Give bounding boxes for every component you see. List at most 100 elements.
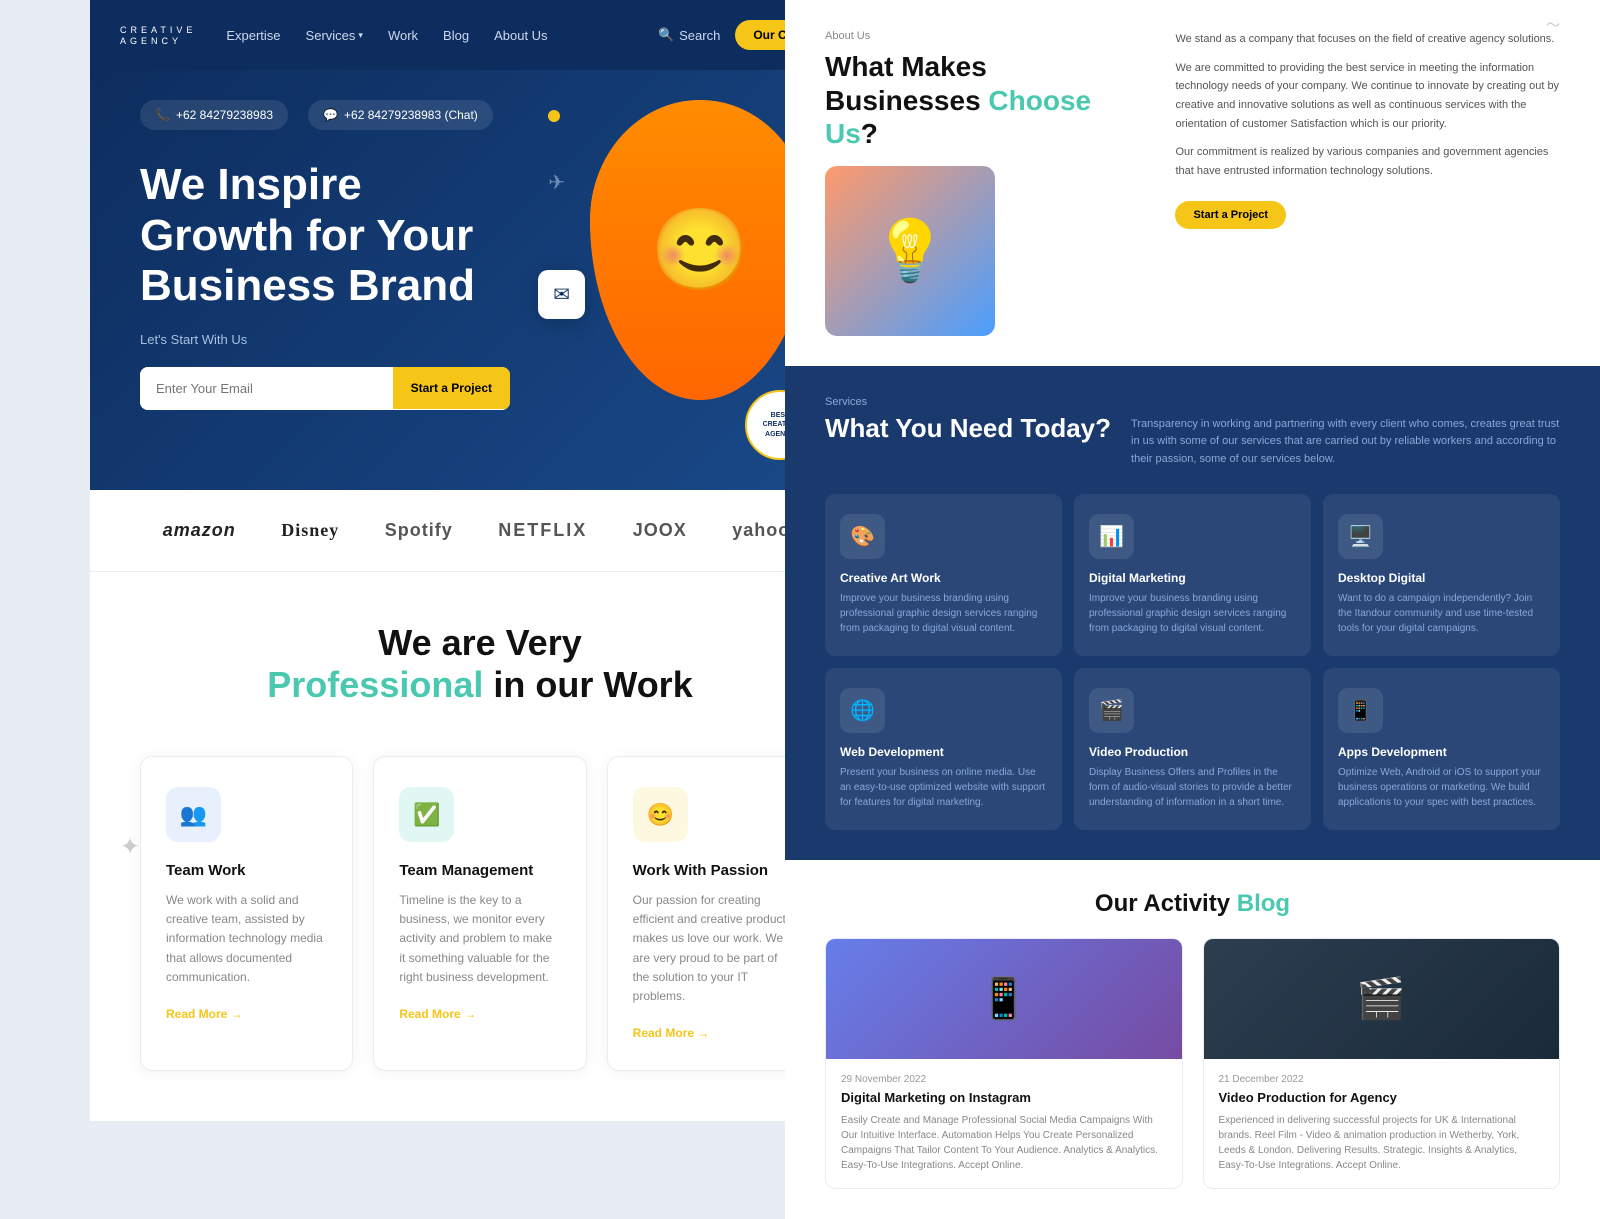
brands-section: amazon Disney Spotify NETFLIX JOOX yahoo… xyxy=(90,490,870,571)
about-cta-button[interactable]: Start a Project xyxy=(1175,201,1286,229)
hero-dot xyxy=(548,110,560,122)
apps-icon: 📱 xyxy=(1338,688,1383,733)
art-text: Improve your business branding using pro… xyxy=(840,591,1047,636)
apps-text: Optimize Web, Android or iOS to support … xyxy=(1338,765,1545,810)
search-label: Search xyxy=(679,28,720,43)
blog-post-title-1: Video Production for Agency xyxy=(1219,1090,1545,1105)
phone-chat-number: +62 84279238983 (Chat) xyxy=(344,108,478,122)
management-icon: ✅ xyxy=(399,787,454,842)
pro-card-management: ✅ Team Management Timeline is the key to… xyxy=(373,756,586,1071)
services-label: Services xyxy=(825,396,1111,408)
nav-blog[interactable]: Blog xyxy=(443,28,469,43)
marketing-text: Improve your business branding using pro… xyxy=(1089,591,1296,636)
teamwork-text: We work with a solid and creative team, … xyxy=(166,891,327,987)
web-title: Web Development xyxy=(840,745,1047,759)
service-card-marketing[interactable]: 📊 Digital Marketing Improve your busines… xyxy=(1074,494,1311,656)
video-title: Video Production xyxy=(1089,745,1296,759)
services-grid: 🎨 Creative Art Work Improve your busines… xyxy=(825,494,1560,830)
professional-title-line2: in our Work xyxy=(493,664,692,705)
about-text-1: We stand as a company that focuses on th… xyxy=(1175,30,1560,49)
about-text-2: We are committed to providing the best s… xyxy=(1175,59,1560,134)
blog-section: Our Activity Blog 📱 29 November 2022 Dig… xyxy=(785,860,1600,1219)
search-icon: 🔍 xyxy=(658,27,674,43)
desktop-icon: 🖥️ xyxy=(1338,514,1383,559)
nav-expertise[interactable]: Expertise xyxy=(226,28,280,43)
art-icon: 🎨 xyxy=(840,514,885,559)
hero-person xyxy=(590,100,810,400)
right-panel: 〜 About Us What Makes Businesses Choose … xyxy=(785,0,1600,1219)
chat-icon: 💬 xyxy=(323,108,338,122)
professional-title: We are Very Professional in our Work xyxy=(140,622,820,706)
services-section: Services What You Need Today? Transparen… xyxy=(785,366,1600,860)
professional-title-highlight: Professional xyxy=(267,664,483,705)
phone-icon: 📞 xyxy=(155,108,170,122)
blog-title-blog: Blog xyxy=(1237,890,1290,917)
hero-image xyxy=(590,100,810,400)
blog-date-1: 21 December 2022 xyxy=(1219,1074,1545,1085)
web-icon: 🌐 xyxy=(840,688,885,733)
hero-section: 📞 +62 84279238983 💬 +62 84279238983 (Cha… xyxy=(90,70,870,490)
phone-chat[interactable]: 💬 +62 84279238983 (Chat) xyxy=(308,100,493,130)
blog-image-1: 🎬 xyxy=(1204,939,1560,1059)
phone-primary[interactable]: 📞 +62 84279238983 xyxy=(140,100,288,130)
blog-title: Our Activity Blog xyxy=(825,890,1560,918)
passion-title: Work With Passion xyxy=(633,862,794,879)
brand-joox: JOOX xyxy=(633,520,687,541)
logo[interactable]: CREATIVE AGENCY xyxy=(120,24,196,46)
nav-about[interactable]: About Us xyxy=(494,28,547,43)
teamwork-link[interactable]: Read More → xyxy=(166,1007,327,1021)
service-card-desktop[interactable]: 🖥️ Desktop Digital Want to do a campaign… xyxy=(1323,494,1560,656)
email-input[interactable] xyxy=(140,367,393,410)
blog-content-0: 29 November 2022 Digital Marketing on In… xyxy=(826,1059,1182,1188)
web-text: Present your business on online media. U… xyxy=(840,765,1047,810)
apps-title: Apps Development xyxy=(1338,745,1545,759)
nav-links: Expertise Services Work Blog About Us xyxy=(226,28,648,43)
brand-disney: Disney xyxy=(281,520,339,541)
service-card-apps[interactable]: 📱 Apps Development Optimize Web, Android… xyxy=(1323,668,1560,830)
blog-grid: 📱 29 November 2022 Digital Marketing on … xyxy=(825,938,1560,1189)
nav-services[interactable]: Services xyxy=(306,28,363,43)
blog-content-1: 21 December 2022 Video Production for Ag… xyxy=(1204,1059,1560,1188)
service-card-art[interactable]: 🎨 Creative Art Work Improve your busines… xyxy=(825,494,1062,656)
brand-netflix: NETFLIX xyxy=(498,520,587,541)
desktop-text: Want to do a campaign independently? Joi… xyxy=(1338,591,1545,636)
logo-sub: AGENCY xyxy=(120,37,196,46)
nav-search[interactable]: 🔍 Search xyxy=(658,27,720,43)
blog-post-text-1: Experienced in delivering successful pro… xyxy=(1219,1113,1545,1173)
service-card-web[interactable]: 🌐 Web Development Present your business … xyxy=(825,668,1062,830)
passion-link[interactable]: Read More → xyxy=(633,1026,794,1040)
services-title: What You Need Today? xyxy=(825,413,1111,444)
services-title-block: Services What You Need Today? xyxy=(825,396,1111,444)
blog-card-0[interactable]: 📱 29 November 2022 Digital Marketing on … xyxy=(825,938,1183,1189)
video-icon: 🎬 xyxy=(1089,688,1134,733)
phone-primary-number: +62 84279238983 xyxy=(176,108,273,122)
service-card-video[interactable]: 🎬 Video Production Display Business Offe… xyxy=(1074,668,1311,830)
professional-cards: 👥 Team Work We work with a solid and cre… xyxy=(140,756,820,1071)
hero-email-form: Start a Project xyxy=(140,367,510,410)
management-link[interactable]: Read More → xyxy=(399,1007,560,1021)
management-title: Team Management xyxy=(399,862,560,879)
blog-date-0: 29 November 2022 xyxy=(841,1074,1167,1085)
hero-plane-icon: ✈ xyxy=(548,170,565,195)
about-title: What Makes Businesses Choose Us? xyxy=(825,50,1145,151)
deco-star-left: ✦ xyxy=(120,832,140,861)
desktop-title: Desktop Digital xyxy=(1338,571,1545,585)
blog-card-1[interactable]: 🎬 21 December 2022 Video Production for … xyxy=(1203,938,1561,1189)
brand-amazon: amazon xyxy=(163,520,236,541)
about-image-emoji: 💡 xyxy=(873,215,948,286)
navbar: CREATIVE AGENCY Expertise Services Work … xyxy=(90,0,870,70)
about-label: About Us xyxy=(825,30,1145,42)
pro-card-teamwork: 👥 Team Work We work with a solid and cre… xyxy=(140,756,353,1071)
marketing-icon: 📊 xyxy=(1089,514,1134,559)
nav-work[interactable]: Work xyxy=(388,28,418,43)
start-project-button[interactable]: Start a Project xyxy=(393,367,510,409)
logo-text: CREATIVE xyxy=(120,26,196,35)
blog-post-text-0: Easily Create and Manage Professional So… xyxy=(841,1113,1167,1173)
video-text: Display Business Offers and Profiles in … xyxy=(1089,765,1296,810)
left-panel: CREATIVE AGENCY Expertise Services Work … xyxy=(90,0,870,1121)
blog-title-line1: Our Activity xyxy=(1095,890,1230,917)
services-header: Services What You Need Today? Transparen… xyxy=(825,396,1560,469)
about-text-3: Our commitment is realized by various co… xyxy=(1175,143,1560,180)
services-description: Transparency in working and partnering w… xyxy=(1131,396,1560,469)
blog-post-title-0: Digital Marketing on Instagram xyxy=(841,1090,1167,1105)
